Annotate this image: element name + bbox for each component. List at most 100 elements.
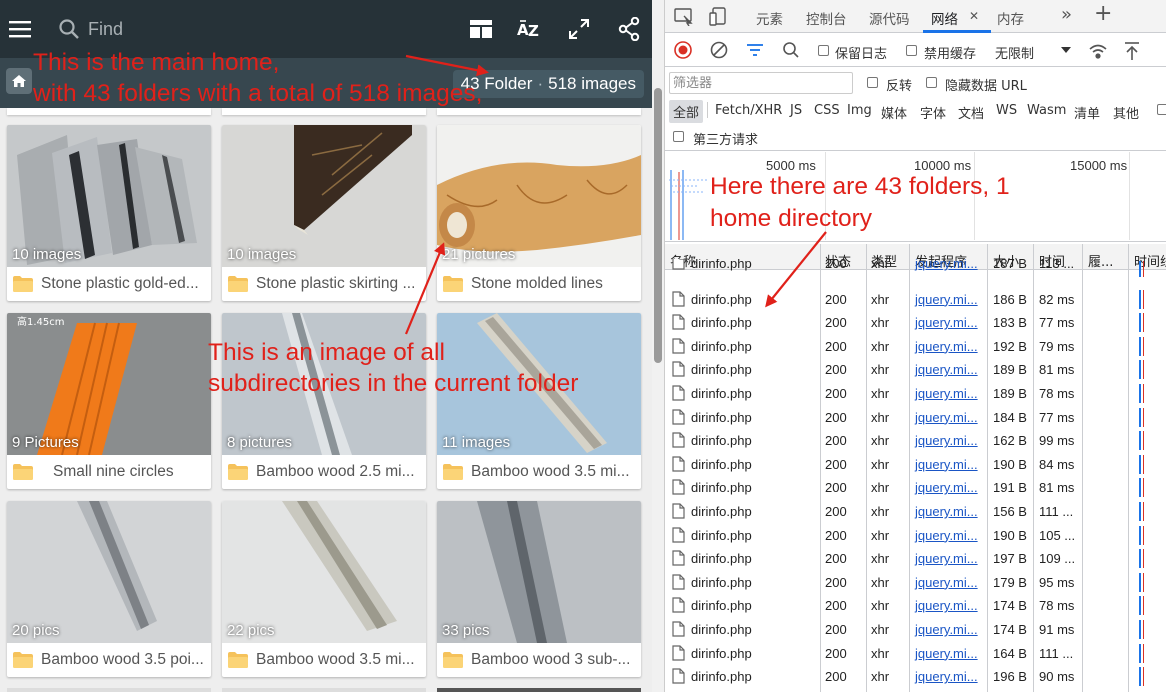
- request-row[interactable]: dirinfo.php 200 xhr jquery.mi... 174 B 78 ms: [665, 594, 1166, 618]
- request-row[interactable]: dirinfo.php 200 xhr jquery.mi... 189 B 81 ms: [665, 358, 1166, 382]
- third-party-checkbox[interactable]: [673, 131, 684, 142]
- waterfall-marker: [1143, 572, 1144, 592]
- request-initiator[interactable]: jquery.mi...: [915, 598, 978, 613]
- folder-card[interactable]: 33 pics Bamboo wood 3 sub-...: [437, 501, 641, 677]
- request-initiator[interactable]: jquery.mi...: [915, 410, 978, 425]
- tab-network[interactable]: 网络: [931, 8, 958, 28]
- request-size: 196 B: [993, 669, 1027, 685]
- tab-elements[interactable]: 元素: [756, 8, 783, 28]
- search-input[interactable]: [88, 18, 348, 40]
- request-initiator[interactable]: jquery.mi...: [915, 315, 978, 330]
- request-initiator[interactable]: jquery.mi...: [915, 457, 978, 472]
- request-row[interactable]: dirinfo.php 200 xhr jquery.mi... 196 B 90 ms: [665, 665, 1166, 689]
- waterfall-bar: [1139, 572, 1141, 592]
- filter-input[interactable]: [669, 72, 853, 94]
- network-conditions-icon[interactable]: [1088, 42, 1108, 60]
- request-status: 200: [825, 551, 847, 567]
- stats-separator: ·: [537, 74, 544, 93]
- request-initiator[interactable]: jquery.mi...: [915, 646, 978, 661]
- folder-card[interactable]: 11 images Bamboo wood 3.5 mi...: [437, 313, 641, 489]
- request-initiator[interactable]: jquery.mi...: [915, 339, 978, 354]
- request-initiator[interactable]: jquery.mi...: [915, 528, 978, 543]
- clear-icon[interactable]: [710, 41, 728, 59]
- request-row[interactable]: dirinfo.php 200 xhr jquery.mi... 162 B 99 ms: [665, 429, 1166, 453]
- throttle-select[interactable]: 无限制: [991, 38, 1079, 62]
- request-row[interactable]: dirinfo.php 200 xhr jquery.mi... 179 B 95 ms: [665, 571, 1166, 595]
- request-initiator[interactable]: jquery.mi...: [915, 259, 978, 271]
- tab-console[interactable]: 控制台: [806, 8, 847, 28]
- inspect-element-icon[interactable]: [674, 8, 694, 26]
- type-filter-manifest[interactable]: 清单: [1074, 103, 1100, 122]
- request-row[interactable]: dirinfo.php 200 xhr jquery.mi... 186 B 82 ms: [665, 288, 1166, 312]
- device-toolbar-icon[interactable]: [709, 7, 729, 27]
- gallery-scrollbar[interactable]: [652, 0, 664, 692]
- request-row[interactable]: dirinfo.php 200 xhr jquery.mi... 197 B 109 ..…: [665, 547, 1166, 571]
- request-initiator[interactable]: jquery.mi...: [915, 362, 978, 377]
- home-folder-button[interactable]: [6, 68, 32, 94]
- add-tab-icon[interactable]: +: [1094, 1, 1112, 26]
- tab-memory[interactable]: 内存: [997, 8, 1024, 28]
- request-name: dirinfo.php: [691, 598, 752, 614]
- tab-sources[interactable]: 源代码: [869, 8, 910, 28]
- request-row[interactable]: dirinfo.php 200 xhr jquery.mi... 191 B 81 ms: [665, 476, 1166, 500]
- sort-az-icon[interactable]: AZ: [509, 9, 549, 49]
- folder-card[interactable]: 10 images Stone plastic skirting ...: [222, 125, 426, 301]
- search-box[interactable]: [48, 8, 378, 50]
- request-row[interactable]: dirinfo.php 200 xhr jquery.mi... 156 B 111 ..…: [665, 500, 1166, 524]
- request-initiator[interactable]: jquery.mi...: [915, 669, 978, 684]
- invert-checkbox[interactable]: [867, 77, 878, 88]
- request-row[interactable]: dirinfo.php 200 xhr jquery.mi... 190 B 105 ..…: [665, 524, 1166, 548]
- upload-har-icon[interactable]: [1124, 41, 1140, 61]
- request-initiator[interactable]: jquery.mi...: [915, 551, 978, 566]
- request-row[interactable]: dirinfo.php 200 xhr jquery.mi... 189 B 78 ms: [665, 382, 1166, 406]
- type-filter-media[interactable]: 媒体: [881, 103, 907, 122]
- request-initiator[interactable]: jquery.mi...: [915, 292, 978, 307]
- scrollbar-thumb[interactable]: [654, 88, 662, 363]
- request-initiator[interactable]: jquery.mi...: [915, 386, 978, 401]
- request-initiator[interactable]: jquery.mi...: [915, 504, 978, 519]
- document-icon: [672, 314, 685, 330]
- type-filter-js[interactable]: JS: [790, 103, 802, 118]
- type-filter-doc[interactable]: 文档: [958, 103, 984, 122]
- type-filter-wasm[interactable]: Wasm: [1027, 103, 1066, 118]
- fullscreen-icon[interactable]: [559, 9, 599, 49]
- request-initiator[interactable]: jquery.mi...: [915, 433, 978, 448]
- folder-card[interactable]: 10 images Stone plastic gold-ed...: [7, 125, 211, 301]
- layout-toggle-icon[interactable]: [461, 9, 501, 49]
- disable-cache-checkbox[interactable]: [906, 45, 917, 56]
- more-tabs-icon[interactable]: »: [1061, 4, 1072, 25]
- request-size: 183 B: [993, 315, 1027, 331]
- close-tab-icon[interactable]: ✕: [969, 9, 979, 23]
- request-initiator[interactable]: jquery.mi...: [915, 575, 978, 590]
- preserve-log-checkbox[interactable]: [818, 45, 829, 56]
- type-filter-css[interactable]: CSS: [814, 103, 840, 118]
- type-filter-font[interactable]: 字体: [920, 103, 946, 122]
- request-type: xhr: [871, 409, 890, 425]
- type-filter-img[interactable]: Img: [847, 103, 872, 118]
- type-filter-ws[interactable]: WS: [996, 103, 1017, 118]
- folder-card[interactable]: 22 pics Bamboo wood 3.5 mi...: [222, 501, 426, 677]
- request-row[interactable]: dirinfo.php 200 xhr jquery.mi... 190 B 84 ms: [665, 453, 1166, 477]
- request-row[interactable]: dirinfo.php 200 xhr jquery.mi... 192 B 79 ms: [665, 335, 1166, 359]
- folder-card[interactable]: 20 pics Bamboo wood 3.5 poi...: [7, 501, 211, 677]
- request-initiator[interactable]: jquery.mi...: [915, 622, 978, 637]
- request-row[interactable]: dirinfo.php 200 xhr jquery.mi... 187 B 113 ..…: [665, 259, 1166, 277]
- request-initiator[interactable]: jquery.mi...: [915, 480, 978, 495]
- search-icon[interactable]: [782, 41, 800, 59]
- request-name: dirinfo.php: [691, 480, 752, 496]
- blocked-requests-checkbox[interactable]: [1157, 104, 1166, 115]
- share-icon[interactable]: [609, 9, 649, 49]
- request-row[interactable]: dirinfo.php 200 xhr jquery.mi... 183 B 77 ms: [665, 311, 1166, 335]
- folder-card[interactable]: 21 pictures Stone molded lines: [437, 125, 641, 301]
- type-filter-fetch-xhr[interactable]: Fetch/XHR: [715, 103, 782, 118]
- hamburger-menu-icon[interactable]: [0, 9, 40, 49]
- type-filter-all[interactable]: 全部: [669, 100, 704, 123]
- request-row[interactable]: dirinfo.php 200 xhr jquery.mi... 164 B 111 ..…: [665, 642, 1166, 666]
- type-filter-other[interactable]: 其他: [1113, 103, 1139, 122]
- folder-card[interactable]: 高1.45cm 9 Pictures Small nine circles: [7, 313, 211, 489]
- filter-icon[interactable]: [746, 43, 764, 57]
- hide-data-urls-checkbox[interactable]: [926, 77, 937, 88]
- record-stop-icon[interactable]: [674, 41, 692, 59]
- request-row[interactable]: dirinfo.php 200 xhr jquery.mi... 184 B 77 ms: [665, 406, 1166, 430]
- request-row[interactable]: dirinfo.php 200 xhr jquery.mi... 174 B 91 ms: [665, 618, 1166, 642]
